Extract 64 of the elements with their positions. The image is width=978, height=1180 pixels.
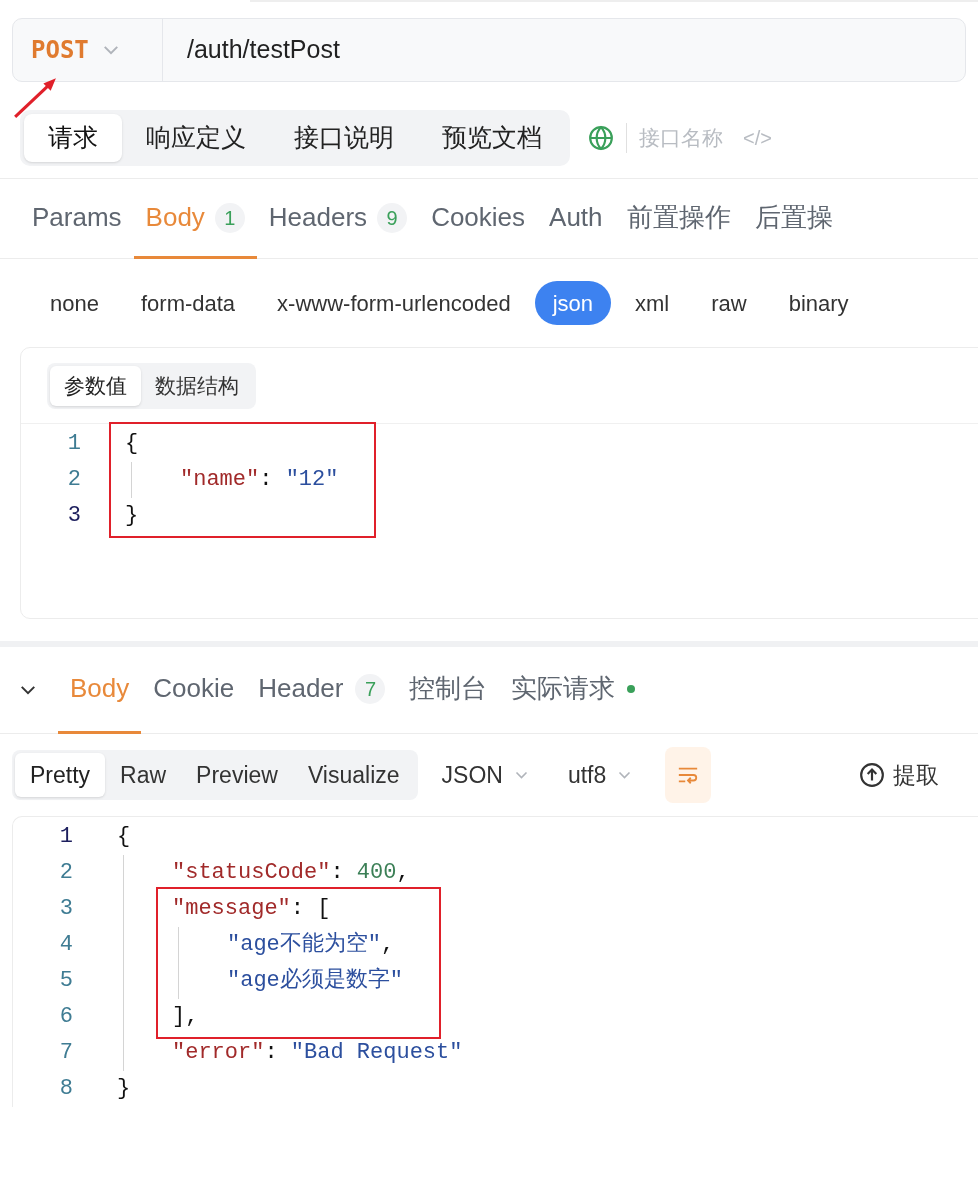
extract-button[interactable]: 提取: [893, 757, 940, 793]
body-type-option[interactable]: xml: [617, 281, 688, 325]
response-tab[interactable]: 控制台: [397, 646, 500, 734]
view-tab[interactable]: 请求: [24, 114, 122, 162]
code-line: "name": "12": [180, 466, 339, 494]
line-number: 4: [58, 931, 73, 959]
request-tab[interactable]: 后置操: [742, 179, 845, 259]
upload-icon: [859, 762, 886, 788]
line-number: 5: [58, 967, 73, 995]
line-number: 3: [66, 502, 81, 530]
code-line: "age必须是数字": [227, 966, 403, 995]
line-number: 2: [58, 859, 73, 887]
code-line: }: [117, 1075, 131, 1103]
count-badge: 7: [355, 673, 386, 704]
code-line: {: [125, 430, 139, 458]
response-tab[interactable]: Header 7: [246, 646, 398, 734]
name-field[interactable]: 接口名称: [639, 122, 739, 154]
code-line: "error": "Bad Request": [172, 1039, 463, 1067]
code-line: {: [117, 823, 131, 851]
format-tab[interactable]: Visualize: [292, 753, 415, 797]
request-tab[interactable]: 前置操作: [614, 179, 743, 259]
count-badge: 9: [377, 202, 408, 233]
code-line: "statusCode": 400,: [172, 859, 410, 887]
format-tab[interactable]: Preview: [181, 753, 293, 797]
body-type-option[interactable]: binary: [770, 281, 867, 325]
line-number: 2: [66, 466, 81, 494]
format-select[interactable]: JSON: [441, 757, 528, 793]
code-line: ],: [172, 1003, 199, 1031]
line-number: 8: [58, 1075, 73, 1103]
chevron-down-icon: [514, 771, 528, 779]
globe-icon[interactable]: [588, 125, 614, 151]
line-number: 3: [58, 895, 73, 923]
request-tab[interactable]: Auth: [537, 179, 615, 259]
format-tab[interactable]: Pretty: [15, 753, 106, 797]
body-type-option[interactable]: json: [534, 281, 611, 325]
line-number: 1: [66, 430, 81, 458]
body-type-option[interactable]: form-data: [122, 281, 254, 325]
view-tab[interactable]: 响应定义: [122, 114, 270, 162]
body-type-option[interactable]: raw: [693, 281, 765, 325]
format-tab[interactable]: Raw: [105, 753, 182, 797]
count-badge: 1: [214, 202, 245, 233]
line-number: 7: [58, 1039, 73, 1067]
line-number: 6: [58, 1003, 73, 1031]
body-type-option[interactable]: none: [32, 281, 117, 325]
chevron-down-icon: [618, 771, 632, 779]
request-tab[interactable]: Headers 9: [256, 179, 420, 259]
chevron-down-icon: [20, 684, 36, 695]
format-select[interactable]: utf8: [567, 757, 632, 793]
line-number: 1: [58, 823, 73, 851]
response-tab[interactable]: 实际请求: [499, 646, 648, 734]
view-tab[interactable]: 接口说明: [270, 114, 418, 162]
request-tab[interactable]: Cookies: [419, 179, 538, 259]
code-line: "age不能为空",: [227, 930, 395, 959]
url-field[interactable]: /auth/testPost: [163, 31, 340, 69]
response-tab[interactable]: Cookie: [141, 646, 247, 734]
body-type-option[interactable]: x-www-form-urlencoded: [259, 281, 529, 325]
request-tab[interactable]: Params: [20, 179, 134, 259]
code-line: "message": [: [172, 895, 331, 923]
view-tab[interactable]: 预览文档: [418, 114, 566, 162]
chevron-down-icon: [102, 45, 119, 55]
wrap-button[interactable]: [665, 747, 712, 803]
code-line: }: [125, 502, 139, 530]
editor-tab[interactable]: 数据结构: [141, 365, 253, 406]
editor-tab[interactable]: 参数值: [50, 365, 141, 406]
